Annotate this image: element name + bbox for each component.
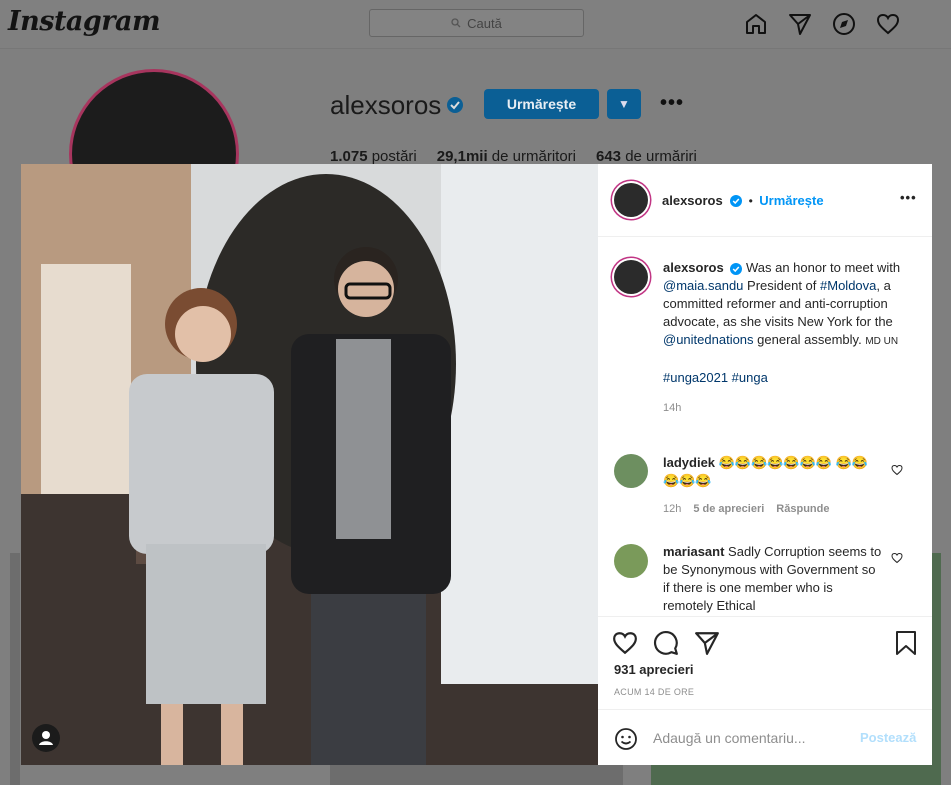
- follow-link[interactable]: Urmărește: [759, 193, 823, 208]
- followers-stat[interactable]: 29,1mii de urmăritori: [437, 148, 576, 165]
- search-icon: [451, 18, 461, 28]
- avatar[interactable]: [614, 183, 648, 217]
- grid-post-tile[interactable]: [330, 765, 623, 785]
- more-options-icon[interactable]: •••: [660, 92, 684, 115]
- mention-link[interactable]: @maia.sandu: [663, 278, 743, 293]
- avatar[interactable]: [614, 544, 648, 578]
- follow-button[interactable]: Urmărește: [484, 89, 599, 119]
- post-caption: alexsoros Was an honor to meet with @mai…: [663, 259, 913, 417]
- reply-button[interactable]: Răspunde: [776, 500, 829, 518]
- comment: ladydiek 😂😂😂😂😂😂😂 😂😂😂😂😂 12h 5 de aprecier…: [663, 454, 883, 518]
- caption-username[interactable]: alexsoros: [663, 260, 724, 275]
- separator: •: [748, 194, 753, 208]
- caption-time: 14h: [663, 402, 682, 414]
- mention-link[interactable]: @unitednations: [663, 332, 754, 347]
- grid-post-tile[interactable]: [10, 553, 20, 785]
- post-author-username[interactable]: alexsoros: [662, 193, 723, 208]
- activity-heart-icon[interactable]: [876, 12, 900, 36]
- comment-input[interactable]: Adaugă un comentariu...: [653, 730, 806, 746]
- following-stat[interactable]: 643 de urmăriri: [596, 148, 697, 165]
- hashtag-link[interactable]: #Moldova: [820, 278, 876, 293]
- comment-likes[interactable]: 5 de aprecieri: [693, 500, 764, 518]
- comment: mariasant Sadly Corruption seems to be S…: [663, 543, 883, 613]
- add-comment-bar: Adaugă un comentariu... Postează: [598, 709, 932, 766]
- hashtags[interactable]: #unga2021 #unga: [663, 369, 913, 387]
- instagram-logo[interactable]: Instagram: [8, 6, 161, 37]
- profile-username: alexsoros: [330, 90, 442, 120]
- avatar[interactable]: [614, 454, 648, 488]
- search-input[interactable]: Caută: [369, 9, 584, 37]
- comment-like-heart-icon[interactable]: [891, 464, 903, 476]
- search-placeholder: Caută: [467, 15, 502, 31]
- comment-icon[interactable]: [653, 630, 679, 656]
- like-heart-icon[interactable]: [612, 630, 638, 656]
- share-icon[interactable]: [694, 630, 720, 656]
- direct-icon[interactable]: [788, 12, 812, 36]
- more-options-icon[interactable]: •••: [900, 190, 917, 205]
- post-details-panel: alexsoros • Urmărește ••• alexsoros Was …: [598, 164, 932, 765]
- chevron-down-icon[interactable]: ▼: [607, 89, 641, 119]
- user-tag-icon[interactable]: [32, 724, 60, 752]
- comment-username[interactable]: mariasant: [663, 544, 724, 559]
- comment-like-heart-icon[interactable]: [891, 552, 903, 564]
- verified-icon: [730, 194, 743, 207]
- post-time-ago: ACUM 14 DE ORE: [614, 687, 695, 697]
- avatar[interactable]: [614, 260, 648, 294]
- post-header: alexsoros • Urmărește •••: [598, 164, 932, 237]
- top-nav-bar: Instagram Caută: [0, 0, 951, 49]
- verified-icon: [447, 97, 463, 113]
- likes-count[interactable]: 931 aprecieri: [614, 662, 694, 677]
- posts-stat[interactable]: 1.075 postări: [330, 148, 417, 165]
- flag-emojis: MD UN: [865, 336, 899, 347]
- profile-stats: 1.075 postări 29,1mii de urmăritori 643 …: [330, 148, 697, 165]
- home-icon[interactable]: [744, 12, 768, 36]
- comment-username[interactable]: ladydiek: [663, 455, 715, 470]
- comment-time: 12h: [663, 503, 682, 515]
- save-bookmark-icon[interactable]: [894, 630, 918, 656]
- post-photo[interactable]: [21, 164, 598, 765]
- post-actions: [598, 616, 932, 697]
- post-comment-button[interactable]: Postează: [860, 730, 916, 745]
- emoji-icon[interactable]: [614, 727, 638, 751]
- explore-icon[interactable]: [832, 12, 856, 36]
- verified-icon: [730, 262, 743, 275]
